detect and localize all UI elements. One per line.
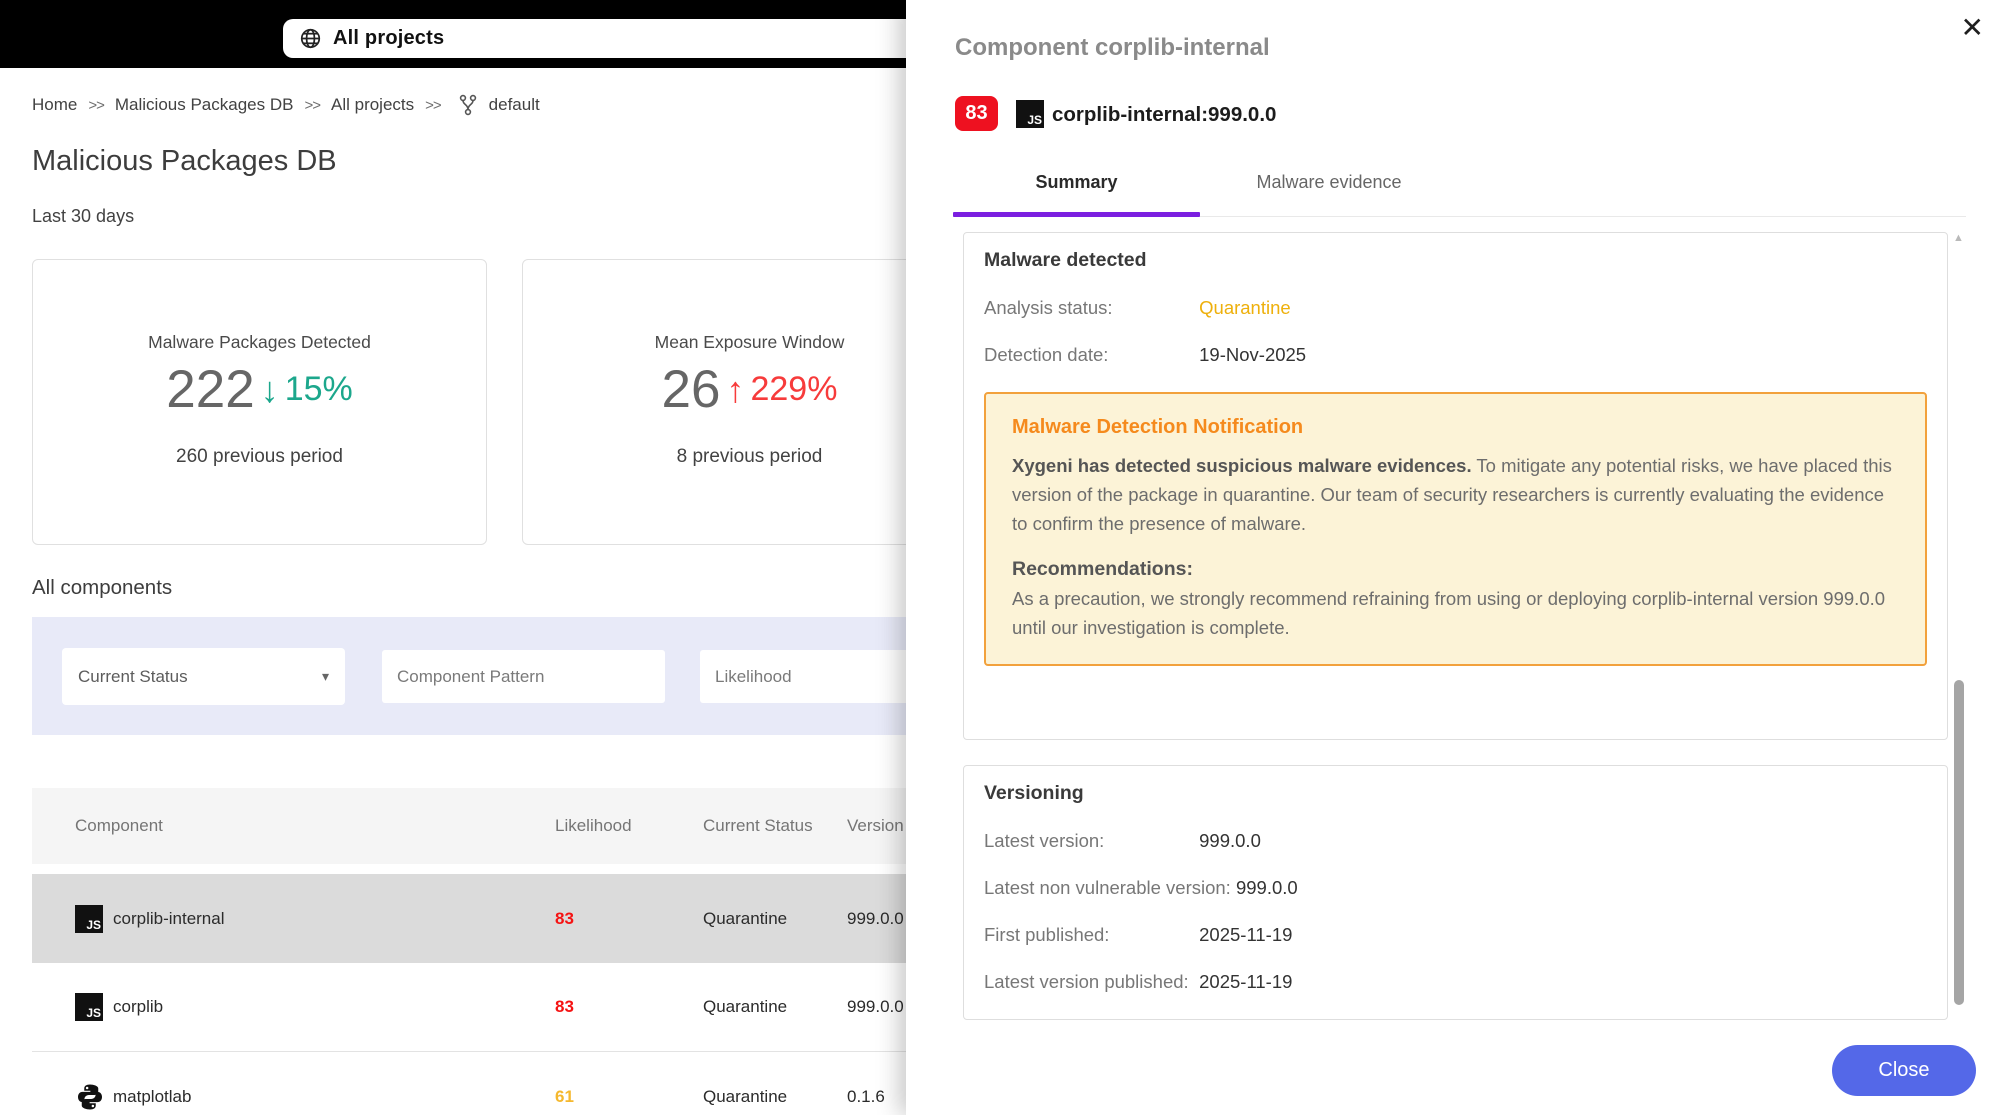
version-value: 0.1.6 [847,1087,885,1107]
javascript-icon: JS [1016,100,1044,128]
section-title-all-components: All components [32,576,172,600]
likelihood-value: 61 [555,1087,574,1107]
latest-version-label: Latest version: [984,830,1194,852]
breadcrumb: Home >> Malicious Packages DB >> All pro… [32,94,540,116]
table-row-matplotlab[interactable]: matplotlab 61 Quarantine 0.1.6 [32,1052,972,1115]
column-header-likelihood: Likelihood [555,816,632,836]
table-row-corplib[interactable]: JS corplib 83 Quarantine 999.0.0 [32,963,972,1052]
scroll-up-icon[interactable]: ▲ [1953,232,1964,244]
recommendations-text: As a precaution, we strongly recommend r… [1012,584,1899,642]
detection-date-label: Detection date: [984,344,1194,366]
breadcrumb-link-home[interactable]: Home [32,95,77,115]
status-value: Quarantine [703,1087,787,1107]
detection-date-value: 19-Nov-2025 [1199,344,1306,365]
first-published-value: 2025-11-19 [1199,924,1292,945]
close-icon[interactable]: ✕ [1961,14,1984,42]
component-detail-panel: ✕ Component corplib-internal 83 JS corpl… [906,0,2000,1115]
trend-down-icon: ↓ [261,369,279,411]
trend-up-icon: ↑ [726,369,744,411]
globe-icon [300,28,321,49]
component-name: corplib-internal [113,909,225,929]
recommendations-title: Recommendations: [1012,558,1899,581]
stat-previous-period: 260 previous period [176,446,343,468]
breadcrumb-separator: >> [88,97,104,114]
likelihood-value: 83 [555,997,574,1017]
stat-value: 222 [166,359,254,420]
breadcrumb-separator: >> [304,97,320,114]
breadcrumb-link-malicious-packages-db[interactable]: Malicious Packages DB [115,95,294,115]
analysis-status-label: Analysis status: [984,297,1194,319]
first-published-label: First published: [984,924,1194,946]
javascript-icon: JS [75,993,103,1021]
version-value: 999.0.0 [847,909,904,929]
stat-label: Malware Packages Detected [148,332,371,353]
status-value: Quarantine [703,997,787,1017]
latest-non-vulnerable-version-value: 999.0.0 [1236,877,1298,898]
latest-version-value: 999.0.0 [1199,830,1261,851]
malware-detected-title: Malware detected [984,249,1927,272]
breadcrumb-link-all-projects[interactable]: All projects [331,95,414,115]
latest-non-vulnerable-version-label: Latest non vulnerable version: [984,877,1231,899]
app-screen: All projects Home >> Malicious Packages … [0,0,2000,1115]
stat-trend-pct: 15% [285,370,353,409]
breadcrumb-current-default: default [489,95,540,115]
stat-previous-period: 8 previous period [677,446,823,468]
stat-value: 26 [662,359,721,420]
latest-version-published-label: Latest version published: [984,971,1194,993]
tab-summary[interactable]: Summary [953,152,1200,212]
latest-version-published-value: 2025-11-19 [1199,971,1292,992]
current-status-select[interactable]: Current Status ▾ [62,648,345,705]
project-selector-label: All projects [333,27,444,50]
tab-malware-evidence[interactable]: Malware evidence [1200,152,1458,212]
notification-body: Xygeni has detected suspicious malware e… [1012,451,1899,538]
likelihood-value: 83 [555,909,574,929]
period-label: Last 30 days [32,206,134,227]
versioning-title: Versioning [984,782,1927,805]
branch-icon [458,94,478,116]
column-header-current-status: Current Status [703,816,813,836]
current-status-label: Current Status [78,667,322,687]
component-pattern-input[interactable] [382,650,665,703]
scrollbar-thumb[interactable] [1954,680,1964,1005]
stat-card-malware-packages: Malware Packages Detected 222 ↓ 15% 260 … [32,259,487,545]
javascript-icon: JS [75,905,103,933]
component-name: corplib [113,997,163,1017]
table-header: Component Likelihood Current Status Vers… [32,788,972,864]
notification-title: Malware Detection Notification [1012,416,1899,439]
breadcrumb-separator: >> [425,97,441,114]
chevron-down-icon: ▾ [322,668,329,685]
version-value: 999.0.0 [847,997,904,1017]
package-name: corplib-internal:999.0.0 [1052,103,1276,127]
malware-detection-notification: Malware Detection Notification Xygeni ha… [984,392,1927,666]
score-badge: 83 [955,96,998,131]
table-row-corplib-internal[interactable]: JS corplib-internal 83 Quarantine 999.0.… [32,874,972,963]
column-header-version: Version [847,816,904,836]
status-value: Quarantine [703,909,787,929]
active-tab-indicator [953,212,1200,217]
column-header-component: Component [75,816,163,836]
panel-title: Component corplib-internal [955,34,1270,62]
page-title: Malicious Packages DB [32,145,337,178]
filter-bar: Current Status ▾ [32,617,960,735]
component-name: matplotlab [113,1087,191,1107]
panel-scrollbar[interactable]: ▲ ▼ [1951,232,1967,1040]
close-button[interactable]: Close [1832,1045,1976,1096]
analysis-status-value: Quarantine [1199,297,1291,318]
project-selector[interactable]: All projects [283,19,983,58]
python-icon [75,1082,105,1112]
malware-detected-card: Malware detected Analysis status: Quaran… [963,232,1948,740]
stat-trend-pct: 229% [750,370,837,409]
versioning-card: Versioning Latest version: 999.0.0 Lates… [963,765,1948,1020]
stat-label: Mean Exposure Window [655,332,845,353]
panel-tabs: Summary Malware evidence [953,152,1458,212]
